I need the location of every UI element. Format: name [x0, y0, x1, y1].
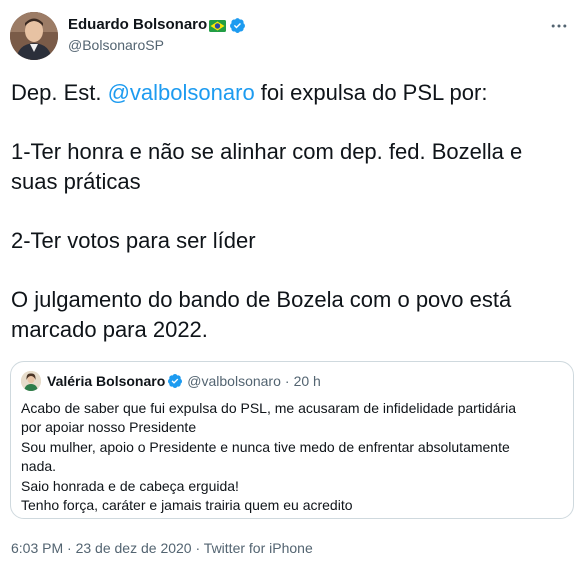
- author-avatar[interactable]: [10, 12, 58, 60]
- more-options-button[interactable]: [547, 14, 571, 38]
- tweet-closing: O julgamento do bando de Bozela com o po…: [11, 287, 518, 342]
- tweet-time[interactable]: 6:03 PM: [11, 540, 63, 556]
- quoted-line-4: nada.: [21, 458, 57, 475]
- author-names: Eduardo Bolsonaro @BolsonaroSP: [68, 16, 246, 54]
- author-handle[interactable]: @BolsonaroSP: [68, 36, 246, 54]
- tweet-header: Eduardo Bolsonaro @BolsonaroSP: [10, 12, 246, 60]
- quoted-author-handle[interactable]: @valbolsonaro: [187, 373, 281, 389]
- brazil-flag-icon: [209, 19, 227, 32]
- tweet-metadata: 6:03 PM · 23 de dez de 2020 · Twitter fo…: [11, 540, 313, 556]
- tweet-reason-2: 2-Ter votos para ser líder: [11, 228, 256, 253]
- quoted-tweet-header: Valéria Bolsonaro @valbolsonaro · 20 h: [21, 371, 321, 391]
- quoted-separator: ·: [284, 373, 290, 389]
- meta-separator-2: ·: [195, 540, 201, 556]
- quoted-line-5: Saio honrada e de cabeça erguida!: [21, 477, 239, 494]
- verified-badge-icon: [229, 17, 246, 34]
- quoted-tweet[interactable]: Valéria Bolsonaro @valbolsonaro · 20 h A…: [10, 361, 574, 519]
- tweet-line-1-suffix: foi expulsa do PSL por:: [254, 80, 488, 105]
- quoted-tweet-text: Acabo de saber que fui expulsa do PSL, m…: [21, 399, 561, 515]
- quoted-line-1: Acabo de saber que fui expulsa do PSL, m…: [21, 400, 516, 416]
- tweet-source[interactable]: Twitter for iPhone: [204, 540, 313, 556]
- quoted-author-avatar[interactable]: [21, 371, 41, 391]
- mention-link[interactable]: @valbolsonaro: [108, 80, 255, 105]
- tweet-card: Eduardo Bolsonaro @BolsonaroSP Dep. Est.…: [0, 0, 583, 561]
- quoted-author-name[interactable]: Valéria Bolsonaro: [47, 373, 165, 389]
- author-avatar-image: [10, 12, 58, 60]
- quoted-line-6: Tenho força, caráter e jamais trairia qu…: [21, 497, 353, 514]
- tweet-reason-1: 1-Ter honra e não se alinhar com dep. fe…: [11, 139, 529, 194]
- quoted-timestamp[interactable]: 20 h: [294, 373, 321, 389]
- more-options-icon: [551, 24, 567, 28]
- tweet-text: Dep. Est. @valbolsonaro foi expulsa do P…: [11, 78, 571, 345]
- tweet-line-1: Dep. Est. @valbolsonaro foi expulsa do P…: [11, 78, 571, 108]
- tweet-date[interactable]: 23 de dez de 2020: [76, 540, 192, 556]
- quoted-line-2: por apoiar nosso Presidente: [21, 419, 197, 436]
- quoted-verified-badge-icon: [167, 373, 183, 389]
- quoted-line-3: Sou mulher, apoio o Presidente e nunca t…: [21, 438, 510, 455]
- author-name[interactable]: Eduardo Bolsonaro: [68, 16, 207, 34]
- meta-separator-1: ·: [67, 540, 72, 556]
- author-name-row[interactable]: Eduardo Bolsonaro: [68, 16, 246, 34]
- tweet-line-1-prefix: Dep. Est.: [11, 80, 108, 105]
